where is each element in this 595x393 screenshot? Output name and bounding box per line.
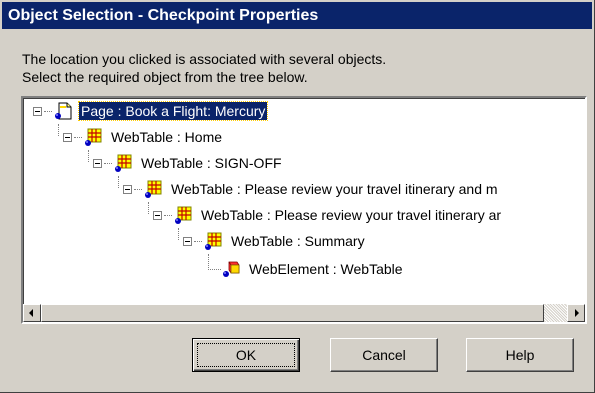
arrow-right-icon xyxy=(575,309,579,317)
collapse-toggle[interactable] xyxy=(183,236,192,246)
cancel-button-label: Cancel xyxy=(362,347,406,363)
tree-item-webtable-home[interactable]: WebTable : Home xyxy=(63,124,224,150)
help-button-label: Help xyxy=(505,347,535,363)
window-title: Object Selection - Checkpoint Properties xyxy=(2,2,592,29)
tree-item-webtable-sign-off[interactable]: WebTable : SIGN-OFF xyxy=(93,150,284,176)
object-tree[interactable]: Page : Book a Flight: Mercury WebTable :… xyxy=(21,96,587,324)
collapse-toggle[interactable] xyxy=(63,132,72,142)
collapse-toggle[interactable] xyxy=(153,210,162,220)
ok-button[interactable]: OK xyxy=(192,338,300,372)
tree-item-webtable-itinerary-1[interactable]: WebTable : Please review your travel iti… xyxy=(123,176,500,202)
tree-item-page[interactable]: Page : Book a Flight: Mercury xyxy=(33,98,269,124)
tree-item-webtable-itinerary-2[interactable]: WebTable : Please review your travel iti… xyxy=(153,202,503,228)
description-line-2: Select the required object from the tree… xyxy=(22,69,308,85)
collapse-toggle[interactable] xyxy=(93,158,102,168)
tree-content: Page : Book a Flight: Mercury WebTable :… xyxy=(23,98,585,304)
webtable-icon xyxy=(145,180,162,198)
description-line-1: The location you clicked is associated w… xyxy=(22,51,387,67)
tree-connector xyxy=(118,176,119,188)
horizontal-scrollbar[interactable] xyxy=(23,304,585,322)
tree-item-webelement[interactable]: WebElement : WebTable xyxy=(221,256,405,282)
scroll-left-button[interactable] xyxy=(23,304,41,322)
tree-connector xyxy=(148,202,149,214)
tree-item-label: WebTable : Home xyxy=(111,129,223,145)
tree-item-label: WebTable : Summary xyxy=(231,233,365,249)
tree-item-label: WebTable : SIGN-OFF xyxy=(141,155,282,171)
tree-item-label: Page : Book a Flight: Mercury xyxy=(77,101,269,121)
scroll-thumb[interactable] xyxy=(41,304,544,322)
tree-item-webtable-summary[interactable]: WebTable : Summary xyxy=(183,228,367,254)
tree-connector xyxy=(88,150,89,162)
webtable-icon xyxy=(175,206,192,224)
tree-item-label: WebTable : Please review your travel iti… xyxy=(201,207,502,223)
cancel-button[interactable]: Cancel xyxy=(330,338,438,372)
tree-connector xyxy=(208,254,221,270)
scroll-right-button[interactable] xyxy=(567,304,585,322)
tree-connector xyxy=(58,124,59,136)
collapse-toggle[interactable] xyxy=(123,184,132,194)
object-selection-dialog: Object Selection - Checkpoint Properties… xyxy=(0,0,595,393)
webtable-icon xyxy=(85,128,102,146)
arrow-left-icon xyxy=(29,309,33,317)
tree-item-label: WebElement : WebTable xyxy=(249,261,403,277)
tree-connector xyxy=(178,228,179,240)
webtable-icon xyxy=(205,232,222,250)
webtable-icon xyxy=(115,154,132,172)
page-icon xyxy=(55,102,72,120)
tree-item-label: WebTable : Please review your travel iti… xyxy=(171,181,498,197)
webelement-icon xyxy=(223,261,240,277)
description: The location you clicked is associated w… xyxy=(22,50,386,86)
collapse-toggle[interactable] xyxy=(33,106,42,116)
help-button[interactable]: Help xyxy=(466,338,574,372)
